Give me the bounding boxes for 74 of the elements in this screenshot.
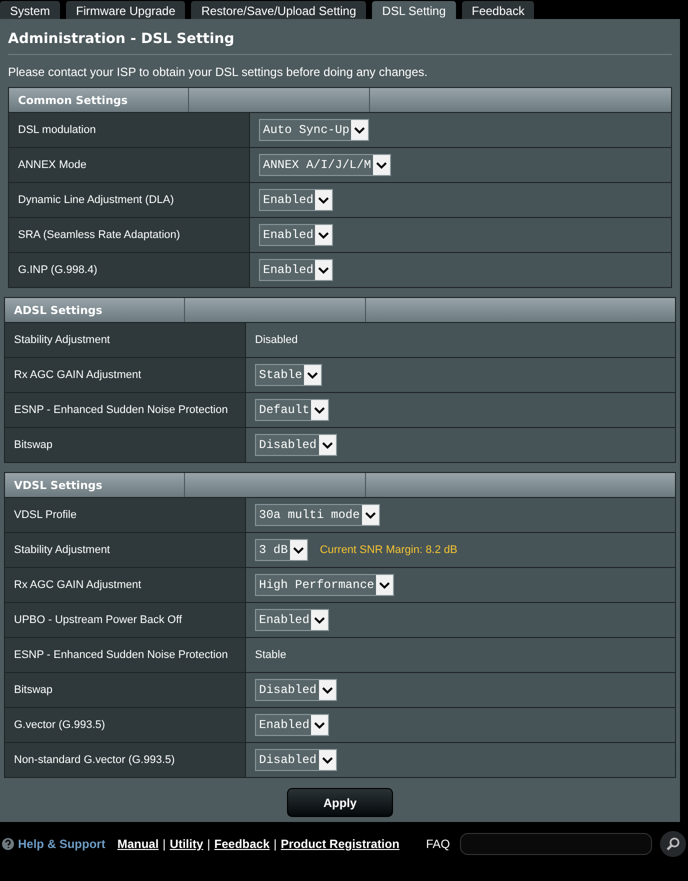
dropdown[interactable]: Default bbox=[255, 399, 330, 421]
tab[interactable]: System bbox=[0, 1, 60, 19]
setting-label: ANNEX Mode bbox=[18, 159, 86, 171]
dropdown[interactable]: High Performance bbox=[255, 574, 394, 596]
setting-value: Disabled bbox=[255, 334, 298, 346]
help-icon[interactable] bbox=[2, 838, 14, 850]
setting-label: G.INP (G.998.4) bbox=[18, 264, 98, 276]
tab[interactable]: Feedback bbox=[462, 1, 534, 19]
notice-text: Please contact your ISP to obtain your DSL settings before doing any changes. bbox=[8, 65, 428, 79]
link-separator: | bbox=[274, 837, 277, 851]
chevron-down-icon bbox=[307, 372, 318, 378]
dropdown[interactable]: Enabled bbox=[259, 189, 334, 211]
chevron-down-icon bbox=[314, 722, 326, 728]
setting-label: Stability Adjustment bbox=[14, 544, 110, 556]
footer-link[interactable]: Product Registration bbox=[280, 837, 400, 851]
footer-link[interactable]: Utility bbox=[170, 837, 204, 851]
dropdown[interactable]: Stable bbox=[255, 364, 322, 386]
status-note: Current SNR Margin: 8.2 dB bbox=[320, 544, 458, 556]
setting-label: Non-standard G.vector (G.993.5) bbox=[14, 754, 175, 766]
chevron-down-icon bbox=[292, 546, 304, 554]
faq-label: FAQ bbox=[426, 837, 450, 851]
section-header: Common Settings bbox=[9, 88, 189, 112]
search-button[interactable] bbox=[660, 831, 686, 857]
tab[interactable]: DSL Setting bbox=[372, 1, 456, 19]
chevron-down-icon bbox=[318, 196, 330, 204]
section-header: VDSL Settings bbox=[5, 473, 185, 497]
help-support-label: Help & Support bbox=[18, 837, 106, 851]
chevron-down-icon bbox=[364, 512, 376, 518]
setting-label: Bitswap bbox=[14, 684, 53, 696]
dropdown[interactable]: 30a multi mode bbox=[255, 504, 380, 526]
setting-label: Stability Adjustment bbox=[14, 334, 110, 346]
dropdown[interactable]: Enabled bbox=[255, 714, 330, 736]
dropdown[interactable]: Disabled bbox=[255, 749, 337, 771]
link-separator: | bbox=[162, 837, 166, 851]
dropdown[interactable]: Auto Sync-Up bbox=[259, 119, 370, 141]
dropdown[interactable]: ANNEX A/I/J/L/M bbox=[259, 154, 392, 176]
section-header: ADSL Settings bbox=[5, 298, 185, 322]
setting-label: SRA (Seamless Rate Adaptation) bbox=[18, 229, 180, 241]
tab[interactable]: Firmware Upgrade bbox=[66, 1, 186, 19]
chevron-down-icon bbox=[354, 126, 366, 134]
chevron-down-icon bbox=[314, 616, 326, 624]
apply-button[interactable]: Apply bbox=[287, 788, 393, 817]
page-title: Administration - DSL Setting bbox=[8, 31, 234, 49]
tab[interactable]: Restore/Save/Upload Setting bbox=[191, 1, 366, 19]
link-separator: | bbox=[207, 837, 210, 851]
faq-search-field[interactable] bbox=[460, 833, 652, 855]
setting-label: Rx AGC GAIN Adjustment bbox=[14, 579, 142, 591]
dropdown[interactable]: 3 dB bbox=[255, 539, 308, 561]
dropdown[interactable]: Enabled bbox=[255, 609, 330, 631]
dropdown[interactable]: Enabled bbox=[259, 224, 334, 246]
dropdown[interactable]: Enabled bbox=[259, 259, 334, 281]
setting-label: G.vector (G.993.5) bbox=[14, 719, 106, 731]
setting-label: ESNP - Enhanced Sudden Noise Protection bbox=[14, 404, 228, 416]
setting-label: DSL modulation bbox=[18, 124, 96, 136]
dropdown[interactable]: Disabled bbox=[255, 679, 337, 701]
footer-link[interactable]: Feedback bbox=[214, 837, 270, 851]
setting-label: Bitswap bbox=[14, 439, 53, 451]
dropdown[interactable]: Disabled bbox=[255, 434, 337, 456]
search-icon bbox=[666, 837, 680, 851]
setting-label: VDSL Profile bbox=[14, 509, 77, 521]
chevron-down-icon bbox=[376, 162, 388, 168]
chevron-down-icon bbox=[318, 266, 330, 274]
chevron-down-icon bbox=[314, 406, 326, 414]
setting-label: Rx AGC GAIN Adjustment bbox=[14, 369, 142, 381]
setting-value: Stable bbox=[255, 649, 286, 661]
footer-link[interactable]: Manual bbox=[117, 837, 159, 851]
setting-label: Dynamic Line Adjustment (DLA) bbox=[18, 194, 174, 206]
setting-label: ESNP - Enhanced Sudden Noise Protection bbox=[14, 649, 228, 661]
chevron-down-icon bbox=[322, 756, 333, 764]
chevron-down-icon bbox=[322, 442, 333, 448]
chevron-down-icon bbox=[318, 232, 330, 238]
chevron-down-icon bbox=[379, 582, 390, 588]
setting-label: UPBO - Upstream Power Back Off bbox=[14, 614, 182, 626]
chevron-down-icon bbox=[322, 686, 333, 694]
